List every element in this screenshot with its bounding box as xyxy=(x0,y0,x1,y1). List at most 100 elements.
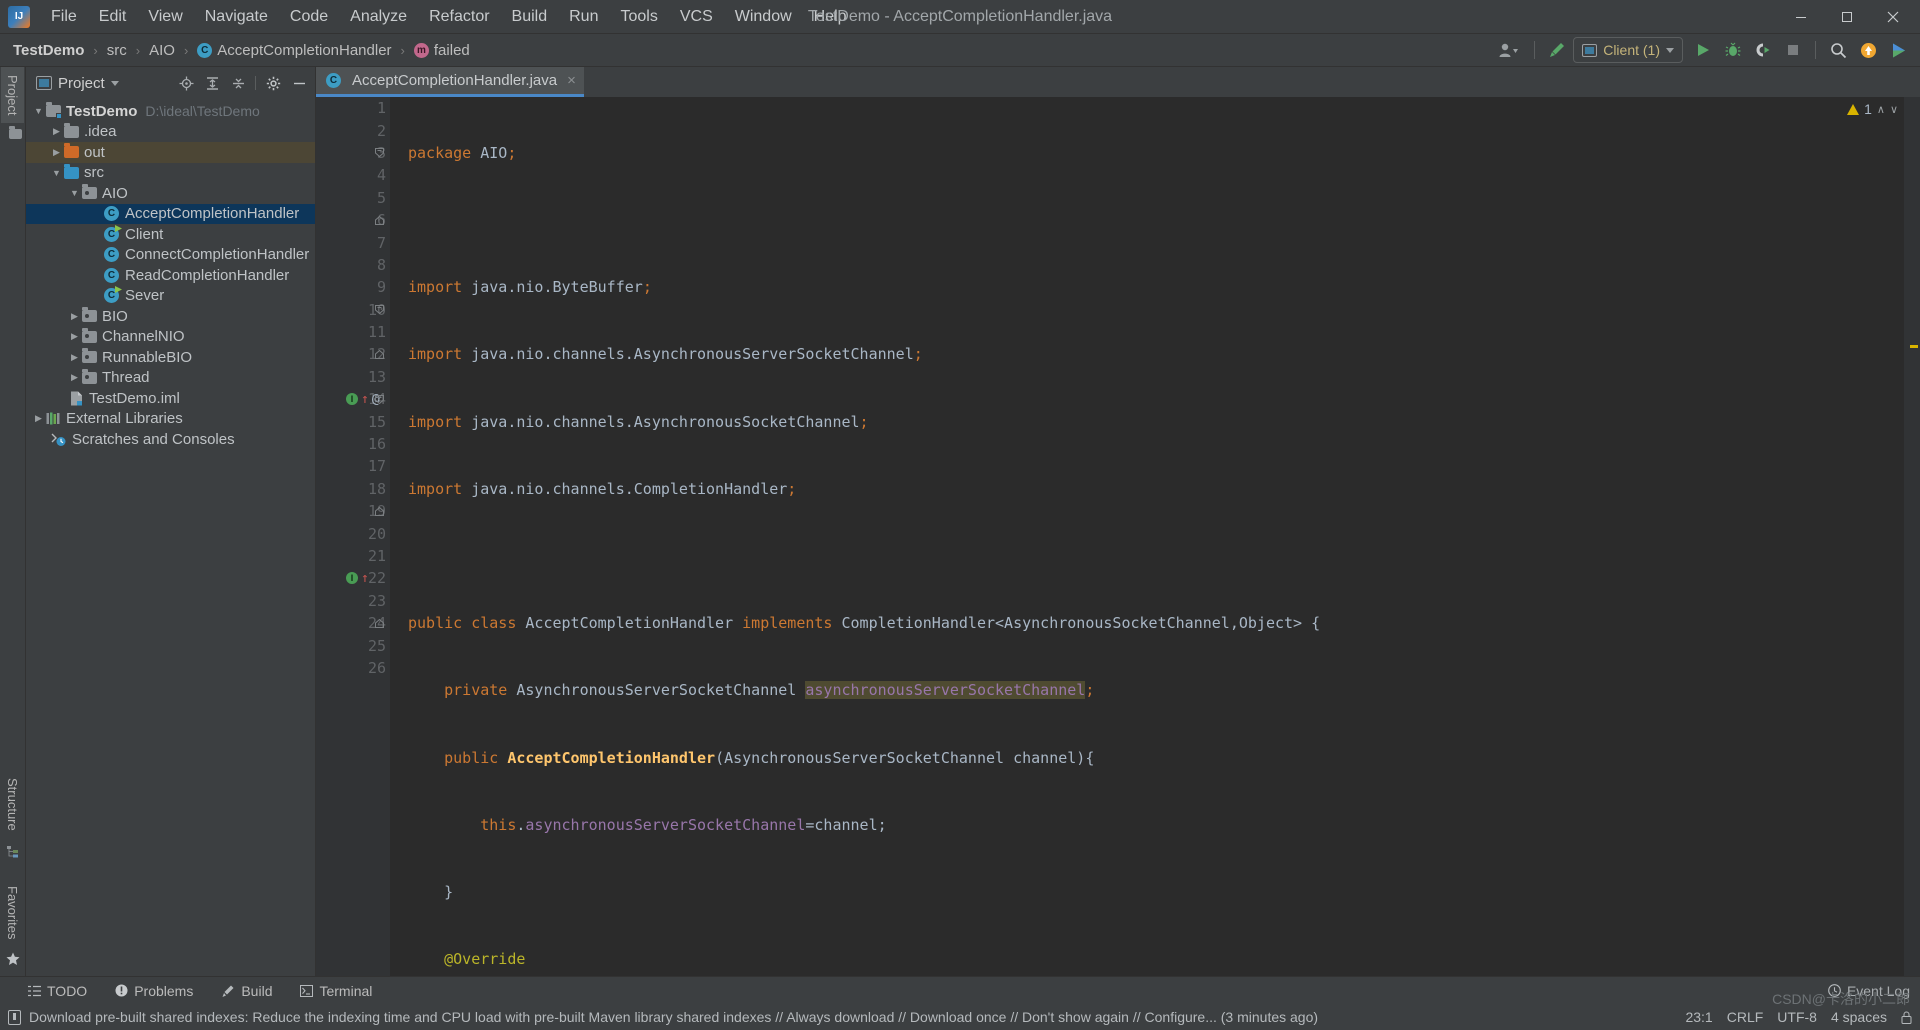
menu-vcs[interactable]: VCS xyxy=(669,4,724,30)
code-editor[interactable]: 1 ∧ ∨ 1 2 3 4 5 6 7 8 9 10 11 12 13 14 I… xyxy=(316,97,1920,976)
stop-button[interactable] xyxy=(1779,37,1807,63)
chevron-down-icon[interactable]: ▼ xyxy=(32,105,45,118)
user-account-button[interactable] xyxy=(1490,37,1526,63)
tree-node-bio[interactable]: ▶ BIO xyxy=(26,306,315,327)
tree-node-connectcompletionhandler[interactable]: C ConnectCompletionHandler xyxy=(26,245,315,266)
chevron-down-icon[interactable]: ▼ xyxy=(68,187,81,200)
tree-node-scratches[interactable]: Scratches and Consoles xyxy=(26,429,315,450)
encoding-widget[interactable]: UTF-8 xyxy=(1777,1009,1817,1025)
tree-node-out[interactable]: ▶ out xyxy=(26,142,315,163)
error-stripe-gutter[interactable] xyxy=(1904,97,1920,976)
chevron-right-icon[interactable]: ▶ xyxy=(32,412,45,425)
overriding-method-icon[interactable]: ↑ xyxy=(361,572,369,585)
settings-gear-icon[interactable] xyxy=(261,71,285,95)
hide-panel-icon[interactable] xyxy=(287,71,311,95)
rail-folder-icon[interactable] xyxy=(3,126,22,140)
chevron-right-icon[interactable]: ▶ xyxy=(50,146,63,159)
bottom-tab-terminal[interactable]: Terminal xyxy=(296,981,376,1001)
menu-analyze[interactable]: Analyze xyxy=(339,4,418,30)
tree-node-external-libraries[interactable]: ▶ External Libraries xyxy=(26,409,315,430)
tree-node-acceptcompletionhandler[interactable]: C AcceptCompletionHandler xyxy=(26,203,315,224)
implementing-method-icon[interactable]: I xyxy=(346,572,358,585)
breadcrumb-item-project[interactable]: TestDemo xyxy=(10,40,87,61)
menu-build[interactable]: Build xyxy=(501,4,559,30)
minimize-button[interactable] xyxy=(1778,0,1824,34)
chevron-down-icon[interactable]: ∨ xyxy=(1890,103,1898,116)
code-content[interactable]: package AIO; import java.nio.ByteBuffer;… xyxy=(390,97,1904,976)
build-project-button[interactable] xyxy=(1543,37,1571,63)
menu-window[interactable]: Window xyxy=(724,4,803,30)
tree-node-runnablebio[interactable]: ▶ RunnableBIO xyxy=(26,347,315,368)
tree-node-channelnio[interactable]: ▶ ChannelNIO xyxy=(26,327,315,348)
chevron-down-icon[interactable]: ▼ xyxy=(50,166,63,179)
lock-icon[interactable] xyxy=(1901,1011,1912,1024)
debug-button[interactable] xyxy=(1719,37,1747,63)
tree-node-testdemo-iml[interactable]: TestDemo.iml xyxy=(26,388,315,409)
fold-start-icon[interactable] xyxy=(375,305,384,315)
search-everywhere-button[interactable] xyxy=(1824,37,1852,63)
chevron-right-icon[interactable]: ▶ xyxy=(50,125,63,138)
fold-start-icon[interactable] xyxy=(375,148,384,158)
inspection-widget[interactable]: 1 ∧ ∨ xyxy=(1847,101,1898,117)
fold-end-icon[interactable] xyxy=(375,349,384,359)
status-message-area[interactable]: Download pre-built shared indexes: Reduc… xyxy=(8,1009,1318,1025)
tree-node-readcompletionhandler[interactable]: C ReadCompletionHandler xyxy=(26,265,315,286)
rail-tab-project[interactable]: Project xyxy=(1,67,24,124)
chevron-right-icon[interactable]: ▶ xyxy=(68,351,81,364)
menu-run[interactable]: Run xyxy=(558,4,609,30)
caret-position-widget[interactable]: 23:1 xyxy=(1685,1009,1712,1025)
tree-node-testdemo[interactable]: ▼ TestDemo D:\ideal\TestDemo xyxy=(26,101,315,122)
chevron-down-icon[interactable] xyxy=(110,80,119,86)
expand-all-icon[interactable] xyxy=(200,71,224,95)
fold-end-icon[interactable] xyxy=(375,618,384,628)
indent-widget[interactable]: 4 spaces xyxy=(1831,1009,1887,1025)
fold-end-icon[interactable] xyxy=(375,215,384,225)
rail-tab-structure[interactable]: Structure xyxy=(1,770,24,839)
editor-gutter[interactable]: 1 2 3 4 5 6 7 8 9 10 11 12 13 14 I ↑ @ 1… xyxy=(316,97,390,976)
ide-assistant-button[interactable] xyxy=(1884,37,1912,63)
bottom-tab-problems[interactable]: Problems xyxy=(111,981,197,1001)
tree-node-aio[interactable]: ▼ AIO xyxy=(26,183,315,204)
rail-tab-favorites[interactable]: Favorites xyxy=(1,878,24,947)
bottom-tab-todo[interactable]: TODO xyxy=(24,981,91,1001)
chevron-right-icon[interactable]: ▶ xyxy=(68,310,81,323)
stripe-mark-warning[interactable] xyxy=(1910,345,1918,348)
line-separator-widget[interactable]: CRLF xyxy=(1727,1009,1764,1025)
close-button[interactable] xyxy=(1870,0,1916,34)
bottom-tab-build[interactable]: Build xyxy=(217,981,276,1001)
tree-node-src[interactable]: ▼ src xyxy=(26,163,315,184)
fold-start-icon[interactable] xyxy=(375,394,384,404)
collapse-all-icon[interactable] xyxy=(226,71,250,95)
menu-refactor[interactable]: Refactor xyxy=(418,4,500,30)
chevron-up-icon[interactable]: ∧ xyxy=(1877,103,1885,116)
breadcrumb-item-class[interactable]: C AcceptCompletionHandler xyxy=(194,40,394,61)
chevron-right-icon[interactable]: ▶ xyxy=(68,371,81,384)
implementing-method-icon[interactable]: I xyxy=(346,393,358,406)
breadcrumb-item-method[interactable]: m failed xyxy=(411,40,473,61)
locate-icon[interactable] xyxy=(174,71,198,95)
menu-help[interactable]: Help xyxy=(803,4,858,30)
menu-view[interactable]: View xyxy=(137,4,193,30)
menu-navigate[interactable]: Navigate xyxy=(194,4,279,30)
run-with-coverage-button[interactable] xyxy=(1749,37,1777,63)
editor-tab-acceptcompletionhandler[interactable]: C AcceptCompletionHandler.java × xyxy=(316,67,584,97)
tree-node-idea[interactable]: ▶ .idea xyxy=(26,122,315,143)
run-button[interactable] xyxy=(1689,37,1717,63)
tree-node-sever[interactable]: C Sever xyxy=(26,286,315,307)
menu-tools[interactable]: Tools xyxy=(609,4,668,30)
update-button[interactable] xyxy=(1854,37,1882,63)
maximize-button[interactable] xyxy=(1824,0,1870,34)
overriding-method-icon[interactable]: ↑ xyxy=(361,393,369,406)
run-configuration-selector[interactable]: Client (1) xyxy=(1573,37,1683,63)
status-message[interactable]: Download pre-built shared indexes: Reduc… xyxy=(29,1009,1318,1025)
close-icon[interactable]: × xyxy=(567,72,576,89)
menu-edit[interactable]: Edit xyxy=(88,4,138,30)
tree-node-client[interactable]: C Client xyxy=(26,224,315,245)
menu-file[interactable]: File xyxy=(40,4,88,30)
breadcrumb-item-aio[interactable]: AIO xyxy=(146,40,178,61)
fold-end-icon[interactable] xyxy=(375,506,384,516)
menu-code[interactable]: Code xyxy=(279,4,339,30)
tree-node-thread[interactable]: ▶ Thread xyxy=(26,368,315,389)
chevron-right-icon[interactable]: ▶ xyxy=(68,330,81,343)
breadcrumb-item-src[interactable]: src xyxy=(104,40,130,61)
